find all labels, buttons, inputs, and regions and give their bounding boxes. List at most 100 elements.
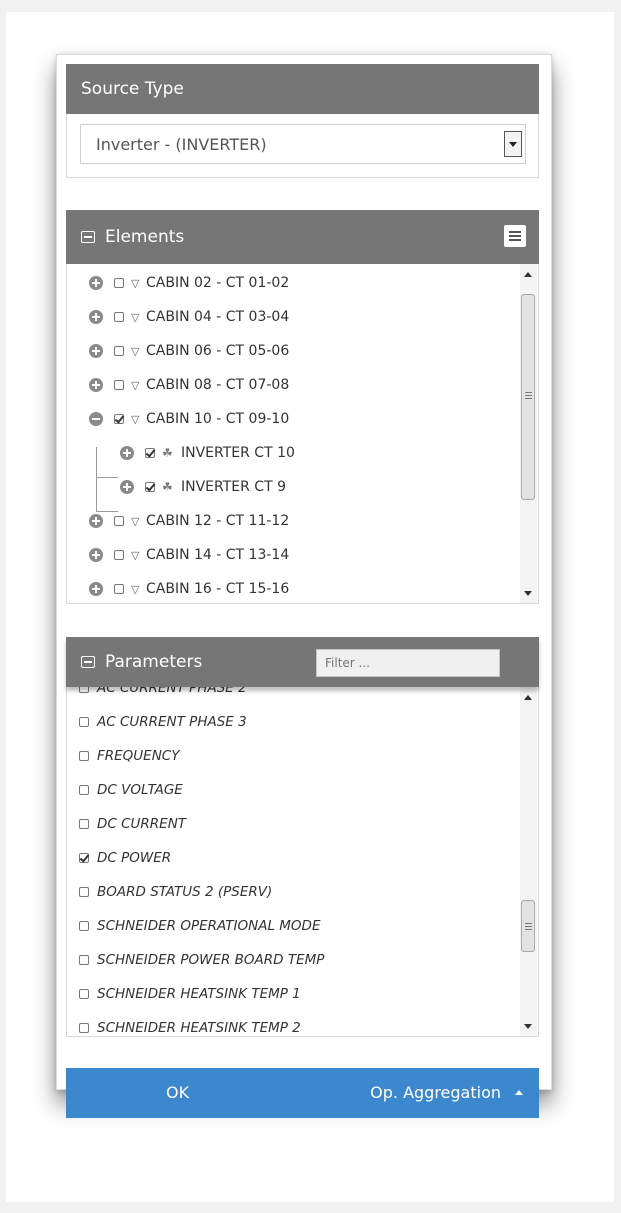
parameter-label: FREQUENCY xyxy=(97,748,180,764)
tree-row[interactable]: ▽ CABIN 04 - CT 03-04 xyxy=(89,300,289,334)
checkbox[interactable] xyxy=(79,853,89,863)
parameter-item[interactable]: AC CURRENT PHASE 2 xyxy=(79,687,247,705)
expand-icon[interactable] xyxy=(89,378,103,392)
tree-row-label: CABIN 12 - CT 11-12 xyxy=(146,513,290,529)
dropdown-button[interactable] xyxy=(504,131,522,157)
collapse-icon[interactable] xyxy=(89,412,103,426)
parameter-label: DC VOLTAGE xyxy=(97,782,183,798)
wifi-icon: ▽ xyxy=(131,344,140,358)
wifi-icon: ▽ xyxy=(131,514,140,528)
list-view-button[interactable] xyxy=(504,225,526,247)
tree-row[interactable]: ▽ CABIN 12 - CT 11-12 xyxy=(89,504,289,538)
tree-row-label: INVERTER CT 9 xyxy=(181,479,286,495)
tree-row-label: CABIN 10 - CT 09-10 xyxy=(146,411,290,427)
scroll-down-icon[interactable] xyxy=(524,1024,532,1029)
parameter-item[interactable]: BOARD STATUS 2 (PSERV) xyxy=(79,875,272,909)
parameter-label: SCHNEIDER OPERATIONAL MODE xyxy=(97,918,321,934)
parameter-item[interactable]: DC CURRENT xyxy=(79,807,186,841)
collapse-icon[interactable] xyxy=(81,656,95,668)
tree-row[interactable]: ▽ CABIN 02 - CT 01-02 xyxy=(89,266,289,300)
tree-connector xyxy=(96,511,118,512)
parameter-item[interactable]: SCHNEIDER HEATSINK TEMP 2 xyxy=(79,1011,301,1036)
scroll-down-icon[interactable] xyxy=(524,591,532,596)
parameter-item[interactable]: SCHNEIDER POWER BOARD TEMP xyxy=(79,943,324,977)
checkbox[interactable] xyxy=(145,482,155,492)
checkbox[interactable] xyxy=(145,448,155,458)
checkbox[interactable] xyxy=(114,278,124,288)
checkbox[interactable] xyxy=(79,785,89,795)
inverter-icon: ☘ xyxy=(162,480,173,494)
checkbox[interactable] xyxy=(79,717,89,727)
tree-connector xyxy=(96,447,97,511)
tree-row[interactable]: ▽ CABIN 10 - CT 09-10 xyxy=(89,402,289,436)
checkbox[interactable] xyxy=(114,346,124,356)
tree-connector xyxy=(96,477,118,478)
checkbox[interactable] xyxy=(79,751,89,761)
checkbox[interactable] xyxy=(114,414,124,424)
expand-icon[interactable] xyxy=(89,514,103,528)
tree-row[interactable]: ▽ CABIN 08 - CT 07-08 xyxy=(89,368,289,402)
checkbox[interactable] xyxy=(79,887,89,897)
scroll-thumb[interactable] xyxy=(521,900,535,952)
parameter-item[interactable]: SCHNEIDER OPERATIONAL MODE xyxy=(79,909,320,943)
tree-row[interactable]: ☘ INVERTER CT 9 xyxy=(120,470,286,504)
elements-tree: ▽ CABIN 02 - CT 01-02 ▽ CABIN 04 - CT 03-04… xyxy=(66,264,539,604)
wifi-icon: ▽ xyxy=(131,582,140,596)
checkbox[interactable] xyxy=(114,516,124,526)
checkbox[interactable] xyxy=(114,312,124,322)
expand-icon[interactable] xyxy=(89,548,103,562)
parameter-item[interactable]: SCHNEIDER HEATSINK TEMP 1 xyxy=(79,977,301,1011)
tree-row[interactable]: ▽ CABIN 06 - CT 05-06 xyxy=(89,334,289,368)
checkbox[interactable] xyxy=(79,687,89,693)
scroll-up-icon[interactable] xyxy=(524,695,532,700)
expand-icon[interactable] xyxy=(89,276,103,290)
expand-icon[interactable] xyxy=(89,344,103,358)
elements-title: Elements xyxy=(105,227,185,247)
scroll-thumb[interactable] xyxy=(521,294,535,500)
parameter-label: BOARD STATUS 2 (PSERV) xyxy=(97,884,273,900)
filter-input[interactable] xyxy=(316,649,500,677)
parameter-label: SCHNEIDER POWER BOARD TEMP xyxy=(97,952,325,968)
checkbox[interactable] xyxy=(79,955,89,965)
ok-button[interactable]: OK xyxy=(166,1083,189,1102)
scroll-up-icon[interactable] xyxy=(524,272,532,277)
tree-row-label: INVERTER CT 10 xyxy=(181,445,295,461)
tree-row[interactable]: ☘ INVERTER CT 10 xyxy=(120,436,295,470)
collapse-icon[interactable] xyxy=(81,231,95,243)
source-type-section: Inverter - (INVERTER) xyxy=(66,114,539,178)
checkbox[interactable] xyxy=(79,819,89,829)
expand-icon[interactable] xyxy=(120,480,134,494)
wifi-icon: ▽ xyxy=(131,548,140,562)
checkbox[interactable] xyxy=(79,1023,89,1033)
source-type-title: Source Type xyxy=(81,79,184,99)
parameter-item[interactable]: DC VOLTAGE xyxy=(79,773,183,807)
checkbox[interactable] xyxy=(114,584,124,594)
source-type-select[interactable]: Inverter - (INVERTER) xyxy=(80,124,526,164)
expand-icon[interactable] xyxy=(89,582,103,596)
parameters-header[interactable]: Parameters xyxy=(66,637,539,687)
tree-row-label: CABIN 16 - CT 15-16 xyxy=(146,581,290,597)
parameter-label: AC CURRENT PHASE 3 xyxy=(97,714,247,730)
checkbox[interactable] xyxy=(114,550,124,560)
checkbox[interactable] xyxy=(79,989,89,999)
inverter-icon: ☘ xyxy=(162,446,173,460)
parameters-scrollbar[interactable] xyxy=(520,687,537,1036)
tree-row-label: CABIN 04 - CT 03-04 xyxy=(146,309,290,325)
parameter-item[interactable]: AC CURRENT PHASE 3 xyxy=(79,705,247,739)
parameter-item[interactable]: FREQUENCY xyxy=(79,739,179,773)
tree-row-label: CABIN 08 - CT 07-08 xyxy=(146,377,290,393)
tree-row-label: CABIN 02 - CT 01-02 xyxy=(146,275,290,291)
tree-row[interactable]: ▽ CABIN 14 - CT 13-14 xyxy=(89,538,289,572)
expand-icon[interactable] xyxy=(89,310,103,324)
checkbox[interactable] xyxy=(114,380,124,390)
parameter-label: SCHNEIDER HEATSINK TEMP 2 xyxy=(97,1020,301,1036)
elements-scrollbar[interactable] xyxy=(520,264,537,603)
aggregation-button[interactable]: Op. Aggregation xyxy=(370,1083,523,1102)
expand-icon[interactable] xyxy=(120,446,134,460)
chevron-up-icon xyxy=(515,1090,523,1095)
tree-row[interactable]: ▽ CABIN 16 - CT 15-16 xyxy=(89,572,290,603)
elements-header[interactable]: Elements xyxy=(66,210,539,264)
checkbox[interactable] xyxy=(79,921,89,931)
parameter-item[interactable]: DC POWER xyxy=(79,841,171,875)
parameter-label: DC CURRENT xyxy=(97,816,187,832)
